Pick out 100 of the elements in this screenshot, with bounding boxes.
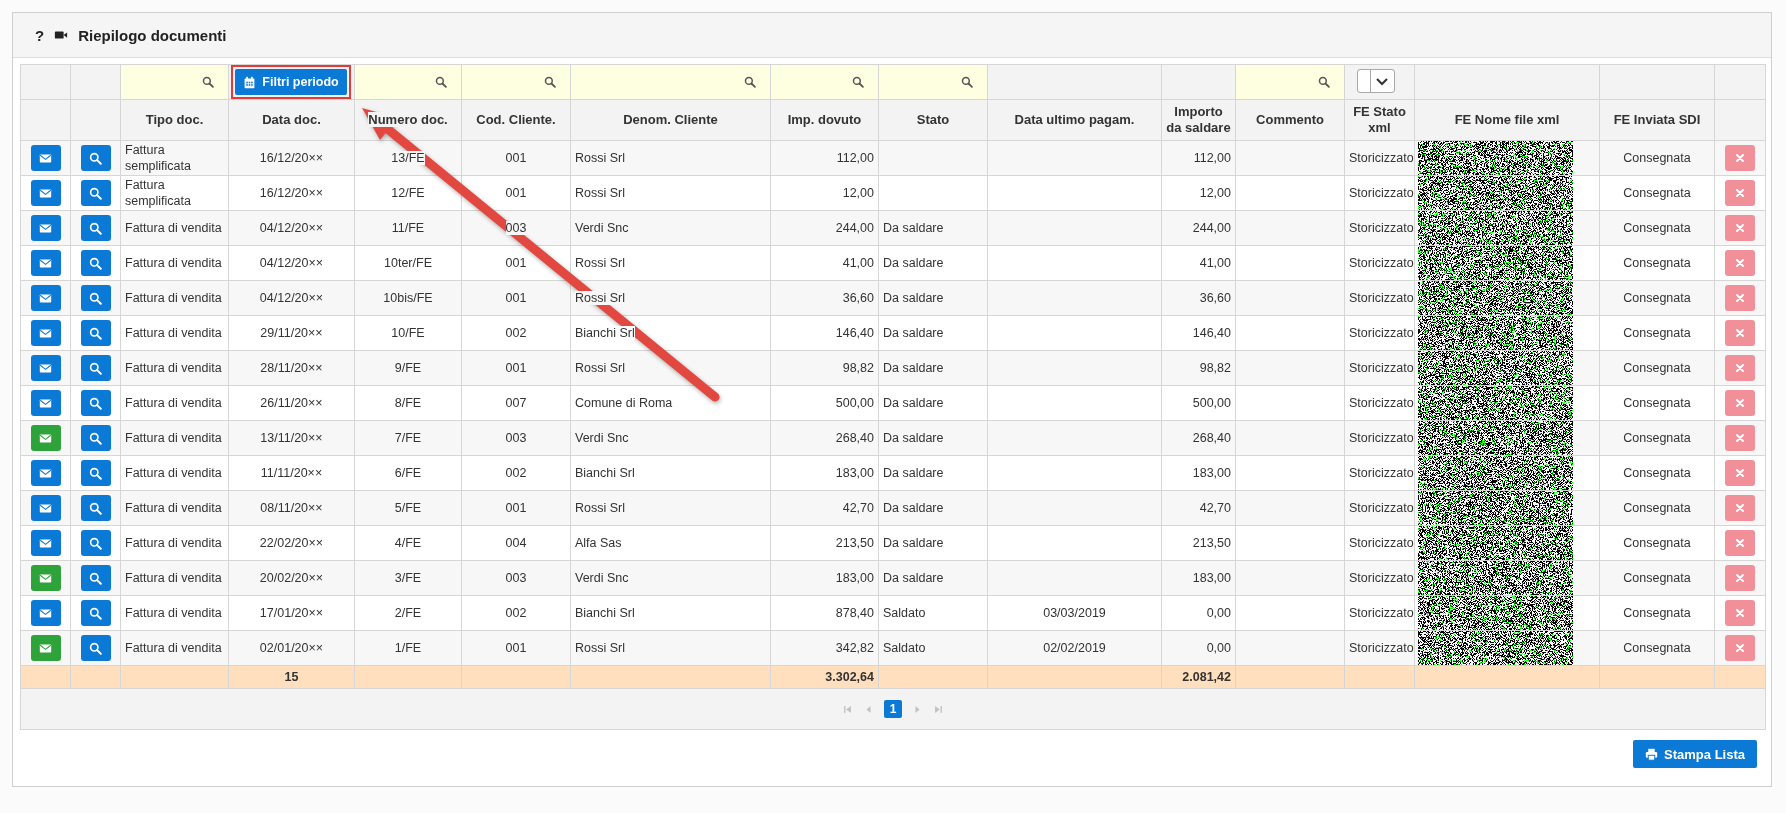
column-header[interactable]: FE Stato xml [1344,99,1415,141]
table-cell: Fattura di vendita [120,490,229,526]
column-header[interactable]: Data doc. [228,99,355,141]
table-cell: 003 [461,560,571,596]
table-cell: 11/11/20×× [228,455,355,491]
search-icon [89,186,102,200]
column-header[interactable]: FE Nome file xml [1414,99,1600,141]
page-button[interactable]: 1 [884,700,902,718]
mail-button[interactable] [30,180,61,206]
column-header[interactable]: FE Inviata SDI [1599,99,1715,141]
period-filter-button[interactable]: Filtri periodo [235,69,347,95]
mail-icon [39,186,52,200]
filter-field[interactable] [1236,65,1344,99]
table-cell: Storicizzato [1344,630,1415,666]
table-cell: 1/FE [354,630,462,666]
view-button[interactable] [80,600,111,626]
table-cell: 11/FE [354,210,462,246]
table-cell: 4/FE [354,525,462,561]
view-button[interactable] [80,530,111,556]
column-header[interactable]: Data ultimo pagam. [987,99,1162,141]
search-icon [89,256,102,270]
mail-button[interactable] [30,320,61,346]
close-icon [1734,397,1746,409]
mail-button[interactable] [30,215,61,241]
mail-button[interactable] [30,460,61,486]
column-header[interactable]: Imp. dovuto [770,99,879,141]
mail-button[interactable] [30,600,61,626]
view-button[interactable] [80,180,111,206]
print-button[interactable]: Stampa Lista [1633,740,1757,768]
column-header[interactable]: Denom. Cliente [570,99,771,141]
table-cell: Da saldare [878,350,988,386]
search-icon [961,76,973,88]
view-button[interactable] [80,635,111,661]
mail-button[interactable] [30,635,61,661]
table-cell: 6/FE [354,455,462,491]
table-cell: Rossi Srl [570,245,771,281]
table-cell: 16/12/20×× [228,175,355,211]
table-cell: 183,00 [770,560,879,596]
filter-field[interactable] [355,65,461,99]
view-button[interactable] [80,285,111,311]
table-cell: Consegnata [1599,455,1715,491]
filter-field[interactable] [462,65,570,99]
filter-field[interactable] [121,65,228,99]
column-header[interactable]: Tipo doc. [120,99,229,141]
view-button[interactable] [80,425,111,451]
table-cell: Consegnata [1599,140,1715,176]
view-button[interactable] [80,565,111,591]
view-button[interactable] [80,495,111,521]
view-button[interactable] [80,320,111,346]
search-icon [89,431,102,445]
table-cell: 146,40 [1161,315,1236,351]
table-cell: Rossi Srl [570,630,771,666]
table-cell: Storicizzato [1344,245,1415,281]
mail-icon [39,291,52,305]
table-cell: 183,00 [1161,455,1236,491]
table-cell: 29/11/20×× [228,315,355,351]
search-icon [89,536,102,550]
mail-button[interactable] [30,530,61,556]
filter-field[interactable] [571,65,770,99]
close-icon [1734,607,1746,619]
table-cell: 9/FE [354,350,462,386]
mail-button[interactable] [30,425,61,451]
view-button[interactable] [80,355,111,381]
filter-field[interactable] [771,65,878,99]
mail-button[interactable] [30,565,61,591]
mail-icon [39,501,52,515]
filter-field[interactable] [879,65,987,99]
view-button[interactable] [80,215,111,241]
mail-icon [39,606,52,620]
mail-button[interactable] [30,355,61,381]
table-cell: 003 [461,420,571,456]
view-button[interactable] [80,390,111,416]
table-cell: 41,00 [1161,245,1236,281]
column-header[interactable]: Importo da saldare [1161,99,1236,141]
table-cell: Consegnata [1599,245,1715,281]
table-cell: 002 [461,455,571,491]
close-icon [1734,327,1746,339]
status-select[interactable] [1357,69,1395,93]
column-header[interactable]: Commento [1235,99,1345,141]
help-link[interactable]: ? [35,26,45,44]
view-button[interactable] [80,145,111,171]
mail-button[interactable] [30,390,61,416]
column-header[interactable]: Stato [878,99,988,141]
table-cell: Storicizzato [1344,525,1415,561]
mail-button[interactable] [30,495,61,521]
table-cell: 183,00 [770,455,879,491]
view-button[interactable] [80,250,111,276]
table-cell: Bianchi Srl [570,595,771,631]
table-cell: Storicizzato [1344,350,1415,386]
mail-button[interactable] [30,285,61,311]
column-header[interactable]: Cod. Cliente. [461,99,571,141]
view-button[interactable] [80,460,111,486]
search-icon [89,361,102,375]
mail-button[interactable] [30,250,61,276]
table-cell: 03/03/2019 [987,595,1162,631]
search-icon [89,221,102,235]
table-cell: Consegnata [1599,420,1715,456]
table-cell: 244,00 [1161,210,1236,246]
table-cell: Comune di Roma [570,385,771,421]
mail-button[interactable] [30,145,61,171]
